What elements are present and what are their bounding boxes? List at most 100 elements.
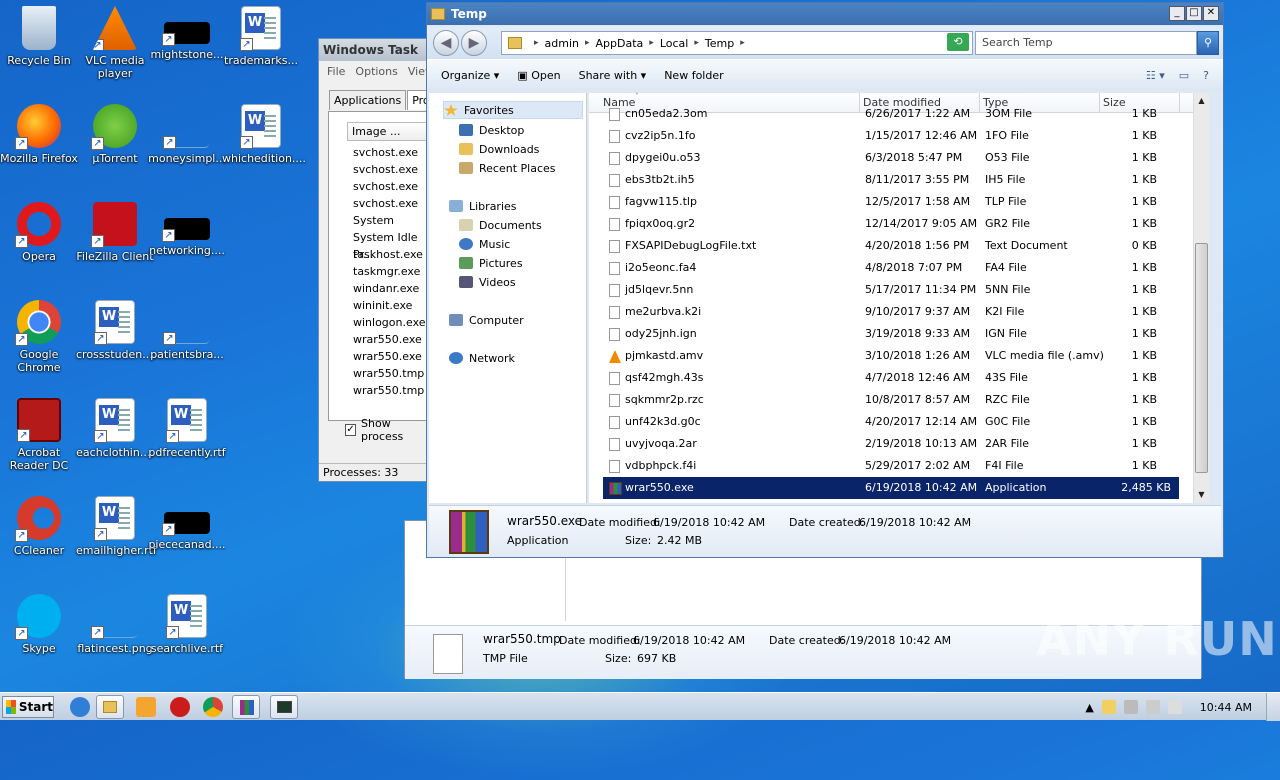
- winrar-taskbar-button[interactable]: [232, 695, 260, 719]
- scroll-down-icon[interactable]: ▼: [1194, 487, 1209, 503]
- desktop-icon-item[interactable]: W ↗ pdfrecently.rtf: [148, 398, 226, 459]
- breadcrumb-appdata[interactable]: AppData: [596, 37, 644, 50]
- temp-explorer-window[interactable]: Temp _ □ ✕ ◀ ▶ ▸ admin ▸ AppData ▸ Local…: [426, 2, 1224, 558]
- file-row[interactable]: cvz2ip5n.1fo 1/15/2017 12:46 AM 1FO File 1 …: [589, 125, 1179, 147]
- scroll-up-icon[interactable]: ▲: [1194, 93, 1209, 109]
- chrome-taskbar-icon[interactable]: [203, 697, 223, 717]
- chevron-right-icon[interactable]: ▸: [649, 38, 654, 48]
- show-hidden-icons[interactable]: ▲: [1085, 701, 1093, 714]
- back-button[interactable]: ◀: [433, 30, 459, 56]
- process-row[interactable]: windanr.exe: [353, 280, 437, 297]
- nav-recent[interactable]: Recent Places: [459, 159, 556, 177]
- start-button[interactable]: Start: [2, 696, 54, 718]
- open-button[interactable]: ▣ Open: [517, 69, 560, 82]
- process-row[interactable]: wininit.exe: [353, 297, 437, 314]
- desktop-icon-item[interactable]: ↗ Skype: [0, 594, 78, 655]
- nav-libraries[interactable]: Libraries: [449, 197, 517, 215]
- desktop-icon-item[interactable]: W ↗ whichedition....: [222, 104, 306, 165]
- task-manager-titlebar[interactable]: Windows Task: [319, 39, 429, 61]
- desktop-icon-item[interactable]: ↗ FileZilla Client: [76, 202, 154, 263]
- minimize-button[interactable]: _: [1169, 6, 1185, 21]
- file-row[interactable]: cn05eda2.3om 6/26/2017 1:22 AM 3OM File 1 K…: [589, 103, 1179, 125]
- opera-taskbar-icon[interactable]: [170, 697, 190, 717]
- nav-music[interactable]: Music: [459, 235, 510, 253]
- nav-documents[interactable]: Documents: [459, 216, 542, 234]
- close-button[interactable]: ✕: [1203, 6, 1219, 21]
- menu-file[interactable]: File: [327, 65, 345, 78]
- explorer-taskbar-button[interactable]: [96, 695, 124, 719]
- file-row[interactable]: sqkmmr2p.rzc 10/8/2017 8:57 AM RZC File 1 K…: [589, 389, 1179, 411]
- share-with-button[interactable]: Share with ▾: [579, 69, 647, 82]
- desktop-icon-item[interactable]: ↗ networking....: [148, 202, 226, 257]
- desktop-icon-item[interactable]: ↗ moneysimpl...: [148, 104, 226, 165]
- new-folder-button[interactable]: New folder: [664, 69, 723, 82]
- flag-icon[interactable]: [1101, 700, 1116, 714]
- breadcrumb-local[interactable]: Local: [660, 37, 689, 50]
- file-row[interactable]: ody25jnh.ign 3/19/2018 9:33 AM IGN File 1 K…: [589, 323, 1179, 345]
- process-row[interactable]: wrar550.tmp: [353, 365, 437, 382]
- desktop-icon-item[interactable]: ↗ mightstone...: [148, 6, 226, 61]
- nav-desktop[interactable]: Desktop: [459, 121, 524, 139]
- process-list[interactable]: Image ... svchost.exe svchost.exe svchost.…: [328, 111, 438, 421]
- process-row[interactable]: winlogon.exe: [353, 314, 437, 331]
- task-manager-taskbar-button[interactable]: [270, 695, 298, 719]
- change-view-icon[interactable]: ☷ ▾: [1146, 69, 1165, 82]
- desktop-icon-item[interactable]: ↗ Google Chrome: [0, 300, 78, 374]
- desktop-icon-item[interactable]: W ↗ crossstuden....: [76, 300, 156, 361]
- menu-options[interactable]: Options: [355, 65, 397, 78]
- clock[interactable]: 10:44 AM: [1200, 701, 1252, 714]
- file-row[interactable]: dpygei0u.o53 6/3/2018 5:47 PM O53 File 1 KB: [589, 147, 1179, 169]
- desktop-icon-item[interactable]: ↗ flatincest.png: [76, 594, 154, 655]
- desktop-icon-item[interactable]: W ↗ trademarks...: [222, 6, 300, 67]
- file-row[interactable]: wrar550.exe 6/19/2018 10:42 AM Application…: [603, 477, 1179, 499]
- desktop-icon-item[interactable]: ↗ Acrobat Reader DC: [0, 398, 78, 472]
- explorer-titlebar[interactable]: Temp _ □ ✕: [427, 3, 1223, 25]
- desktop-icon-item[interactable]: ↗ piececanad....: [148, 496, 226, 551]
- process-row[interactable]: System Idle Pr...: [353, 229, 437, 261]
- nav-computer[interactable]: Computer: [449, 311, 524, 329]
- show-all-processes[interactable]: ✓ Show process: [345, 417, 429, 443]
- file-row[interactable]: ebs3tb2t.ih5 8/11/2017 3:55 PM IH5 File 1 K…: [589, 169, 1179, 191]
- process-row[interactable]: taskmgr.exe: [353, 263, 437, 280]
- maximize-button[interactable]: □: [1186, 6, 1202, 21]
- organize-button[interactable]: Organize ▾: [441, 69, 499, 82]
- vertical-scrollbar[interactable]: ▲ ▼: [1193, 93, 1209, 503]
- chevron-right-icon[interactable]: ▸: [585, 38, 590, 48]
- nav-videos[interactable]: Videos: [459, 273, 516, 291]
- process-row[interactable]: wrar550.tmp: [353, 382, 437, 399]
- nav-pictures[interactable]: Pictures: [459, 254, 523, 272]
- column-separator[interactable]: [1179, 93, 1180, 113]
- preview-pane-icon[interactable]: ▭: [1179, 69, 1189, 82]
- network-icon[interactable]: [1123, 700, 1138, 714]
- help-icon[interactable]: ?: [1203, 69, 1209, 82]
- desktop-icon-item[interactable]: W ↗ eachclothin....: [76, 398, 154, 459]
- process-row[interactable]: svchost.exe: [353, 161, 437, 178]
- breadcrumb-admin[interactable]: admin: [545, 37, 579, 50]
- column-image-name[interactable]: Image ...: [347, 122, 437, 141]
- nav-favorites[interactable]: Favorites: [443, 101, 583, 119]
- nav-network[interactable]: Network: [449, 349, 515, 367]
- process-row[interactable]: wrar550.exe: [353, 331, 437, 348]
- file-row[interactable]: jd5lqevr.5nn 5/17/2017 11:34 PM 5NN File 1 …: [589, 279, 1179, 301]
- desktop-icon-item[interactable]: W ↗ searchlive.rtf: [148, 594, 226, 655]
- file-row[interactable]: fpiqx0oq.gr2 12/14/2017 9:05 AM GR2 File 1 …: [589, 213, 1179, 235]
- internet-explorer-icon[interactable]: [70, 697, 90, 717]
- desktop-icon-item[interactable]: W ↗ emailhigher.rtf: [76, 496, 157, 557]
- file-row[interactable]: pjmkastd.amv 3/10/2018 1:26 AM VLC media f…: [589, 345, 1179, 367]
- process-row[interactable]: svchost.exe: [353, 195, 437, 212]
- forward-button[interactable]: ▶: [461, 30, 487, 56]
- address-bar[interactable]: ▸ admin ▸ AppData ▸ Local ▸ Temp ▸ ▼: [501, 31, 973, 55]
- process-row[interactable]: wrar550.exe: [353, 348, 437, 365]
- file-row[interactable]: FXSAPIDebugLogFile.txt 4/20/2018 1:56 PM T…: [589, 235, 1179, 257]
- chevron-right-icon[interactable]: ▸: [694, 38, 699, 48]
- search-icon[interactable]: ⚲: [1197, 31, 1219, 55]
- desktop-icon-item[interactable]: ↗ µTorrent: [76, 104, 154, 165]
- nav-downloads[interactable]: Downloads: [459, 140, 539, 158]
- desktop-icon-item[interactable]: ↗ Mozilla Firefox: [0, 104, 78, 165]
- media-player-icon[interactable]: [136, 697, 156, 717]
- search-input[interactable]: Search Temp: [975, 31, 1197, 55]
- refresh-icon[interactable]: ⟲: [947, 33, 969, 51]
- file-row[interactable]: fagvw115.tlp 12/5/2017 1:58 AM TLP File 1 K…: [589, 191, 1179, 213]
- desktop-icon-item[interactable]: Recycle Bin: [0, 6, 78, 67]
- checkbox-icon[interactable]: ✓: [345, 424, 357, 436]
